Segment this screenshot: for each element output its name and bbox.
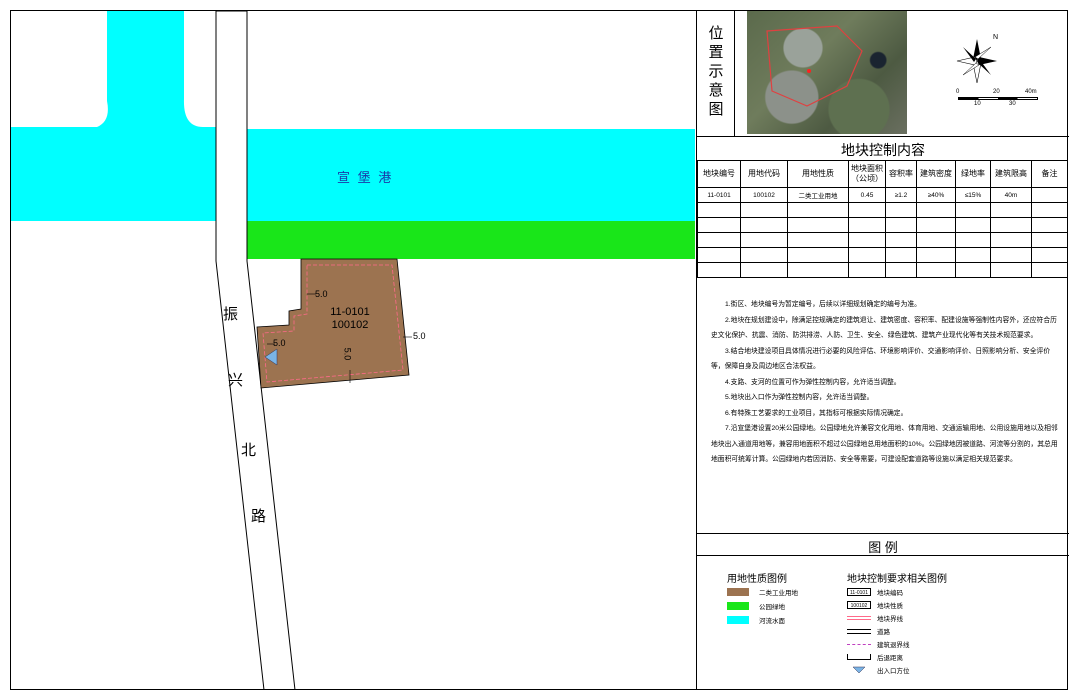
- legend-control-item: 出入口方位: [847, 665, 910, 675]
- note-item: 5.地块出入口作为弹性控制内容，允许适当调整。: [725, 394, 874, 401]
- header-cell: 用地代码: [740, 160, 788, 188]
- table-row: [697, 232, 1068, 248]
- table-cell: ≥40%: [916, 187, 956, 203]
- header-cell: 用地性质: [787, 160, 849, 188]
- control-title: 地块控制内容: [841, 142, 925, 158]
- legend-landuse-item: 公园绿地: [727, 601, 785, 611]
- control-table: 地块编号 用地代码 用地性质 地块面积 （公顷） 容积率 建筑密度 绿地率 建筑…: [697, 160, 1068, 278]
- table-row: [697, 262, 1068, 278]
- header-cell: 建筑密度: [916, 160, 956, 188]
- legend-control-item: 100102 地块性质: [847, 600, 903, 610]
- table-cell: [1031, 187, 1068, 203]
- legend-control-item: 11-0101 地块编码: [847, 587, 903, 597]
- entrance-direction-icon: [847, 666, 871, 674]
- header-cell: 地块编号: [697, 160, 741, 188]
- table-cell: 二类工业用地: [787, 187, 849, 203]
- control-table-header: 地块编号 用地代码 用地性质 地块面积 （公顷） 容积率 建筑密度 绿地率 建筑…: [697, 160, 1068, 188]
- table-cell: ≥1.2: [885, 187, 917, 203]
- legend-landuse-item: 二类工业用地: [727, 587, 798, 597]
- legend-control-title: 地块控制要求相关图例: [847, 574, 947, 585]
- table-row: [697, 247, 1068, 263]
- legend-control-item: 后退距离: [847, 652, 903, 662]
- planning-notes: 1.街区、地块编号为暂定编号，后续以详细规划确定的编号为准。 2.地块在规划建设…: [711, 297, 1059, 468]
- note-item: 3.结合地块建设项目具体情况进行必要的风险评估、环境影响评价、交通影响评价、日照…: [711, 347, 1051, 371]
- table-cell: 11-0101: [697, 187, 741, 203]
- industrial-swatch: [727, 588, 749, 596]
- legend-title: 图 例: [868, 540, 898, 555]
- table-row: [697, 217, 1068, 233]
- water-swatch: [727, 616, 749, 624]
- note-item: 6.有特殊工艺要求的工业项目，其指标可根据实际情况确定。: [725, 409, 908, 417]
- table-cell: 40m: [990, 187, 1032, 203]
- header-cell: 容积率: [885, 160, 917, 188]
- table-cell: 100102: [740, 187, 788, 203]
- note-item: 4.支路、支河的位置可作为弹性控制内容，允许适当调整。: [725, 378, 901, 386]
- park-swatch: [727, 602, 749, 610]
- parcel-landcode-symbol: 100102: [847, 601, 871, 609]
- table-cell: ≤15%: [955, 187, 991, 203]
- setback-distance-symbol: [847, 654, 871, 660]
- header-cell: 建筑限高: [990, 160, 1032, 188]
- note-item: 2.地块在规划建设中，除满足控规确定的建筑退让、建筑密度、容积率、配建设施等强制…: [711, 316, 1057, 340]
- setback-line-symbol: [847, 643, 871, 645]
- scale-tick-30: 30: [1009, 101, 1016, 107]
- header-cell: 绿地率: [955, 160, 991, 188]
- scale-tick-10: 10: [974, 101, 981, 107]
- note-item: 7.沿宣堡港设置20米公园绿地。公园绿地允许兼容文化用地、体育用地、交通运输用地…: [711, 425, 1058, 463]
- table-row: 11-0101 100102 二类工业用地 0.45 ≥1.2 ≥40% ≤15…: [697, 187, 1068, 203]
- location-satellite-image: [747, 11, 907, 134]
- north-label: N: [993, 34, 999, 41]
- north-arrow-icon: [956, 39, 997, 84]
- info-panel: 位 置 示 意 图 N 0 20 40m 10 30 地块控制内容 地块编号 用…: [696, 10, 1069, 690]
- table-row: [697, 202, 1068, 218]
- note-item: 1.街区、地块编号为暂定编号，后续以详细规划确定的编号为准。: [725, 301, 921, 308]
- location-highlight: [766, 25, 863, 107]
- legend-control-item: 地块界线: [847, 613, 903, 623]
- road-symbol: [847, 628, 871, 634]
- legend-control-item: 道路: [847, 626, 890, 636]
- table-cell: 0.45: [848, 187, 886, 203]
- legend-landuse-title: 用地性质图例: [727, 574, 787, 585]
- header-cell: 备注: [1031, 160, 1068, 188]
- location-title: 位 置 示 意 图: [708, 25, 724, 118]
- scale-tick-40: 40m: [1025, 89, 1037, 95]
- scale-tick-0: 0: [956, 89, 960, 95]
- scale-tick-20: 20: [993, 89, 1000, 95]
- scale-bar: [958, 97, 1038, 100]
- parcel-code-symbol: 11-0101: [847, 588, 871, 596]
- parcel-boundary-symbol: [847, 616, 871, 620]
- header-cell: 地块面积 （公顷）: [848, 160, 886, 188]
- legend-landuse-item: 河流水面: [727, 615, 785, 625]
- legend-control-item: 建筑退界线: [847, 639, 910, 649]
